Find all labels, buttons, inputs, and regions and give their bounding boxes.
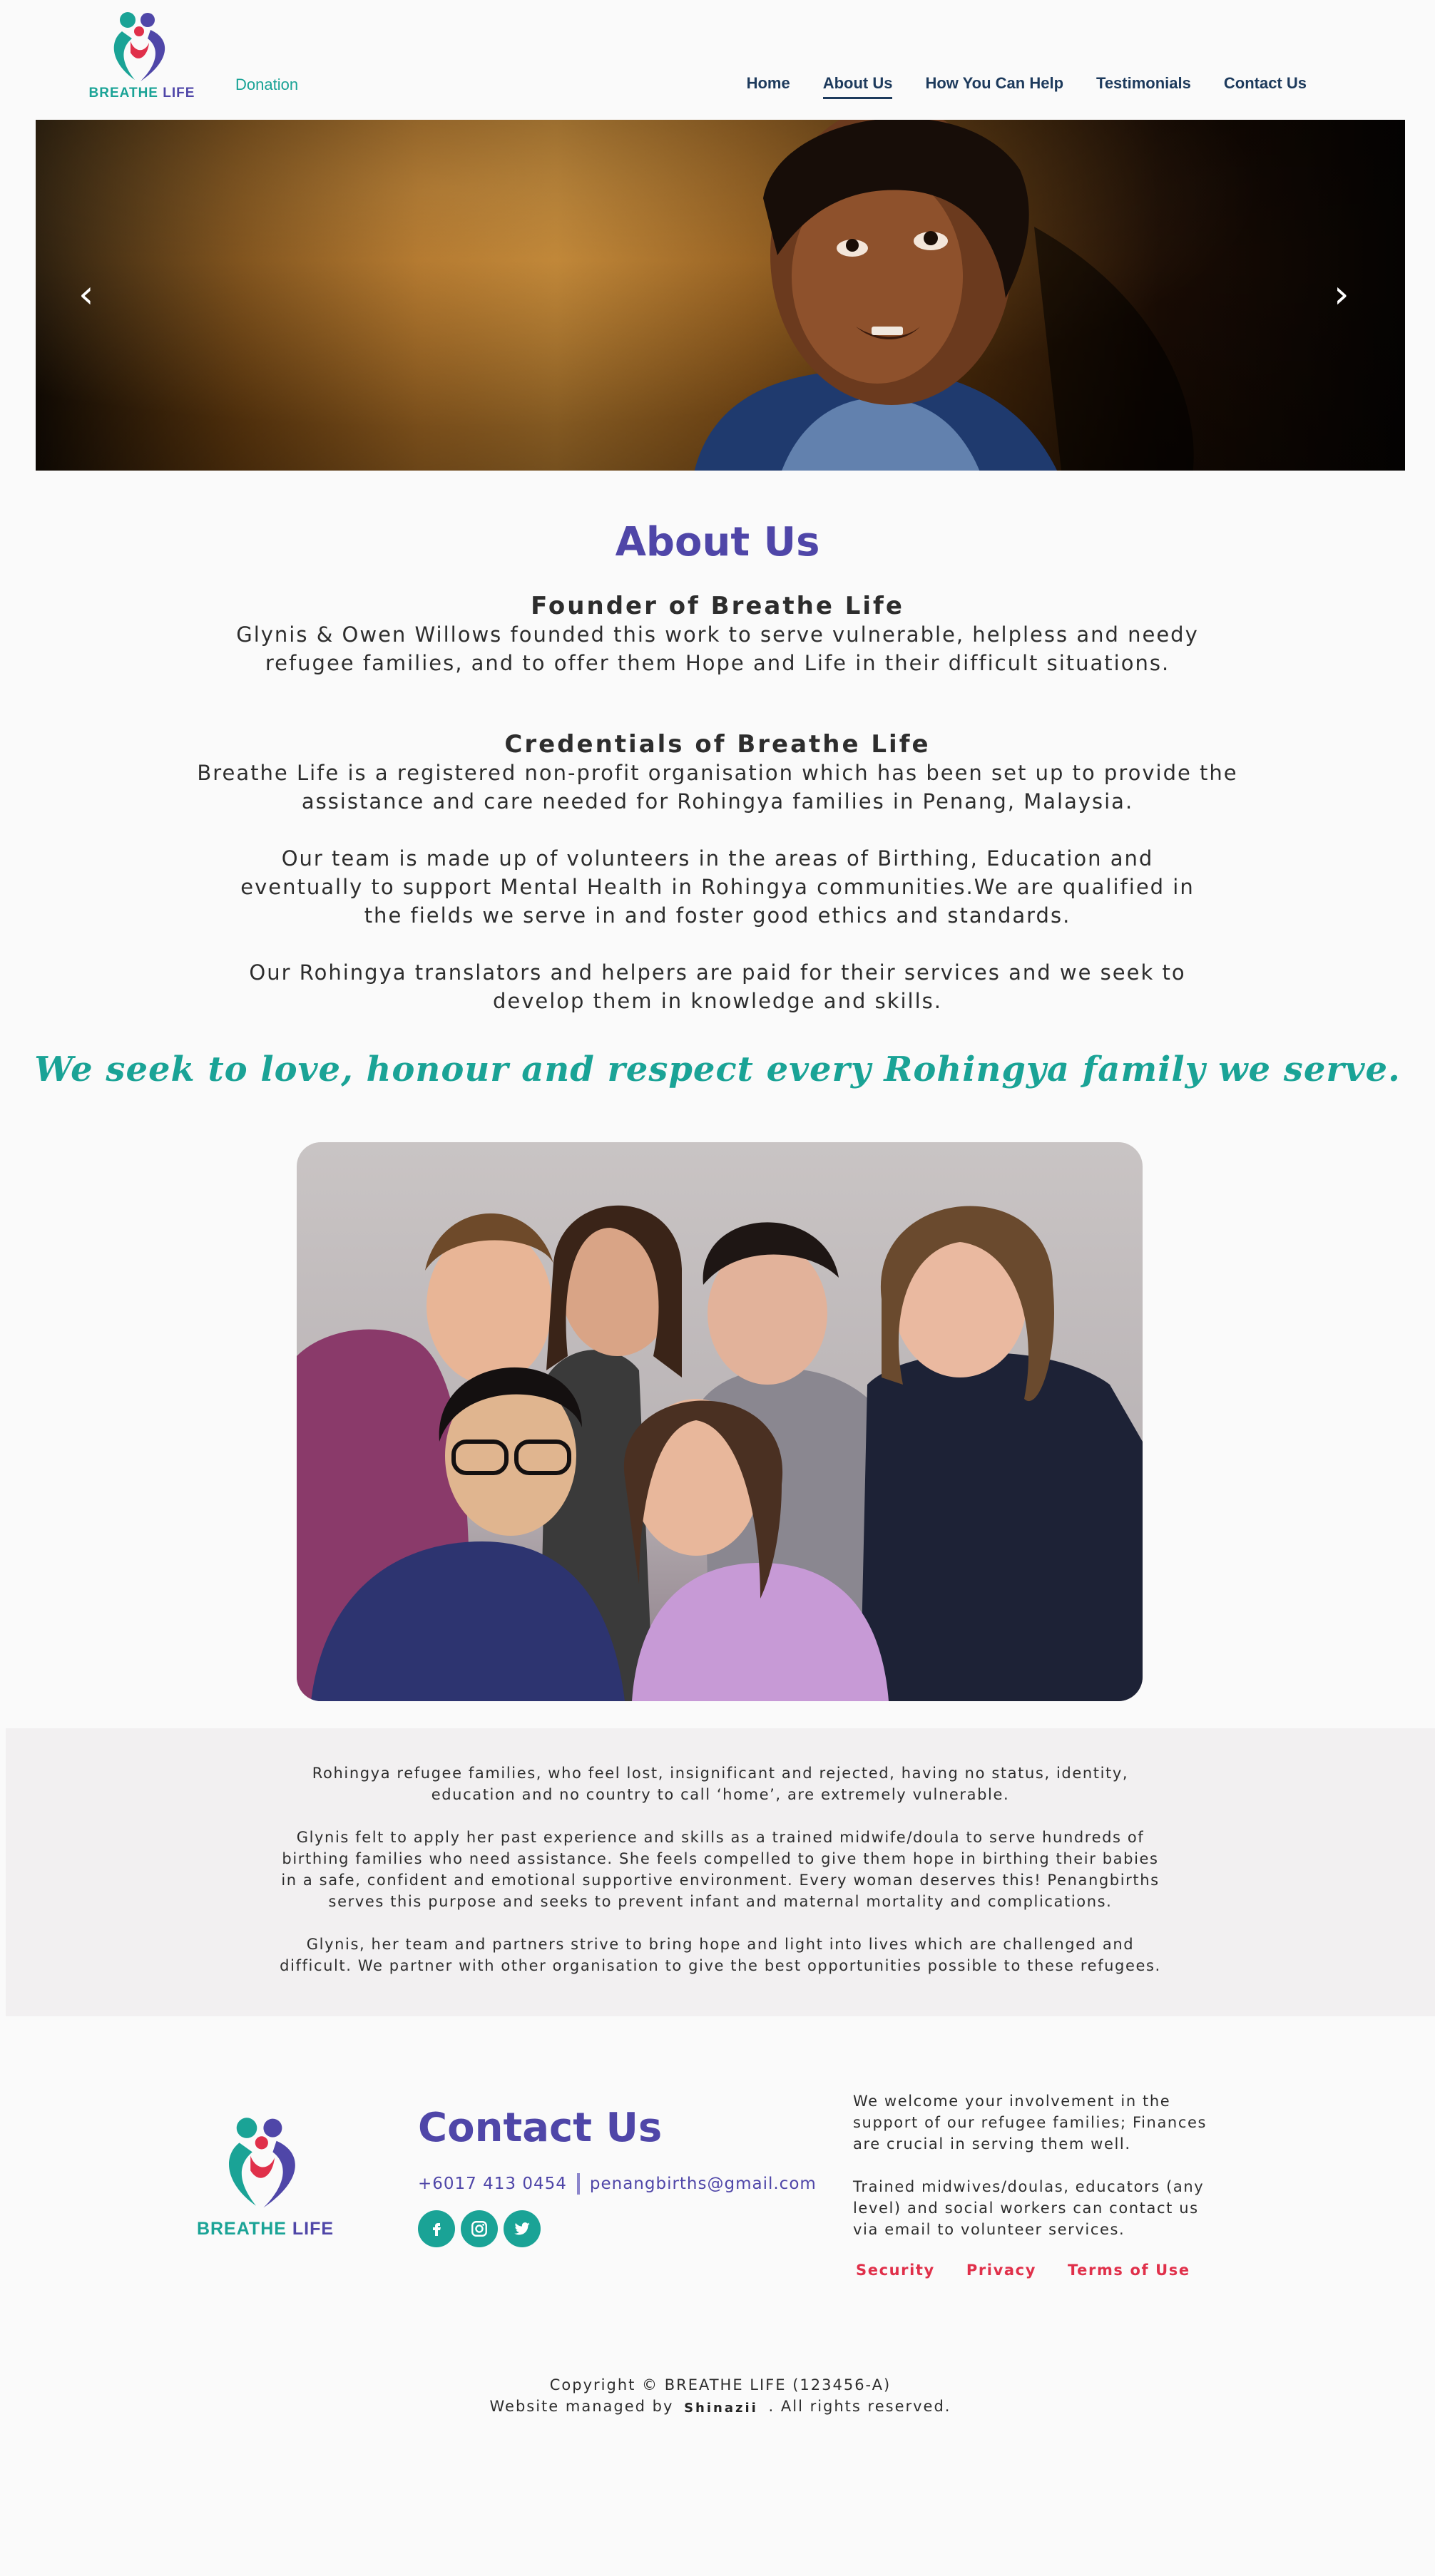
chevron-right-icon: › (1334, 272, 1349, 317)
story-paragraph-2: Glynis felt to apply her past experience… (281, 1829, 1160, 1910)
footer-logo-icon (228, 2118, 295, 2208)
twitter-icon (514, 2222, 530, 2235)
facebook-button[interactable] (418, 2210, 455, 2247)
copyright-line: Copyright © BREATHE LIFE (123456-A) (549, 2376, 892, 2393)
story-paragraph-3: Glynis, her team and partners strive to … (280, 1936, 1161, 1974)
site-header: BREATHE LIFE Donation Home About Us How … (0, 0, 1435, 120)
contact-divider (576, 2173, 580, 2195)
site-footer: BREATHE LIFE Contact Us +6017 413 0454 p… (6, 2016, 1435, 2453)
security-link[interactable]: Security (856, 2262, 935, 2279)
footer-volunteer-info: We welcome your involvement in the suppo… (853, 2090, 1224, 2262)
footer-paragraph-2: Trained midwives/doulas, educators (any … (853, 2178, 1205, 2238)
shinazii-logo[interactable]: Shinazii (684, 2398, 758, 2419)
team-photo (297, 1142, 1143, 1701)
legal-links: Security Privacy Terms of Use (856, 2262, 1190, 2279)
copyright: Copyright © BREATHE LIFE (123456-A) Webs… (6, 2374, 1435, 2418)
managed-by-suffix: . All rights reserved. (768, 2398, 951, 2415)
contact-title: Contact Us (418, 2105, 663, 2151)
managed-by-prefix: Website managed by (489, 2398, 674, 2415)
slider-next-button[interactable]: › (1334, 275, 1362, 314)
instagram-icon (471, 2221, 487, 2237)
footer-paragraph-1: We welcome your involvement in the suppo… (853, 2093, 1207, 2152)
hero-photo-boy (694, 120, 1194, 471)
terms-of-use-link[interactable]: Terms of Use (1068, 2262, 1190, 2279)
nav-testimonials[interactable]: Testimonials (1096, 74, 1191, 99)
instagram-button[interactable] (461, 2210, 498, 2247)
donation-link[interactable]: Donation (235, 76, 298, 94)
facebook-icon (433, 2223, 441, 2236)
phone-number[interactable]: +6017 413 0454 (418, 2175, 567, 2193)
breathe-life-logo[interactable]: BREATHE LIFE (88, 10, 195, 110)
breathe-life-logo-icon (113, 12, 165, 81)
main-nav: Home About Us How You Can Help Testimoni… (747, 74, 1307, 99)
credentials-paragraph-3: Our Rohingya translators and helpers are… (249, 960, 1186, 1013)
credentials-heading: Credentials of Breathe Life (504, 730, 931, 759)
slider-prev-button[interactable]: ‹ (78, 275, 107, 314)
story-band: Rohingya refugee families, who feel lost… (6, 1728, 1435, 2016)
nav-about-us[interactable]: About Us (822, 74, 893, 99)
nav-how-you-can-help[interactable]: How You Can Help (925, 74, 1063, 99)
nav-home[interactable]: Home (747, 74, 790, 99)
logo-wordmark: BREATHE LIFE (88, 86, 195, 101)
footer-logo-wordmark: BREATHE LIFE (196, 2219, 335, 2239)
founder-heading: Founder of Breathe Life (531, 592, 904, 620)
hero-slider: ‹ › (36, 120, 1405, 471)
chevron-left-icon: ‹ (78, 272, 94, 317)
credentials-paragraph-1: Breathe Life is a registered non-profit … (197, 761, 1238, 814)
contact-details: +6017 413 0454 penangbirths@gmail.com (418, 2173, 817, 2195)
nav-contact-us[interactable]: Contact Us (1224, 74, 1307, 99)
footer-logo[interactable]: BREATHE LIFE (194, 2115, 337, 2239)
privacy-link[interactable]: Privacy (966, 2262, 1036, 2279)
story-text: Rohingya refugee families, who feel lost… (277, 1762, 1164, 1998)
email-link[interactable]: penangbirths@gmail.com (590, 2175, 817, 2193)
founder-text: Glynis & Owen Willows founded this work … (236, 622, 1199, 675)
team-photo-people (297, 1205, 1143, 1701)
founder-section: Founder of Breathe Life Glynis & Owen Wi… (183, 592, 1252, 677)
twitter-button[interactable] (504, 2210, 541, 2247)
about-title: About Us (615, 519, 820, 565)
credentials-paragraph-2: Our team is made up of volunteers in the… (240, 846, 1195, 928)
credentials-section: Credentials of Breathe Life Breathe Life… (183, 730, 1252, 1015)
managed-by-line: Website managed by Shinazii . All rights… (6, 2396, 1435, 2418)
social-links (418, 2210, 541, 2247)
story-paragraph-1: Rohingya refugee families, who feel lost… (312, 1765, 1129, 1803)
mission-tagline: We seek to love, honour and respect ever… (34, 1050, 1401, 1089)
